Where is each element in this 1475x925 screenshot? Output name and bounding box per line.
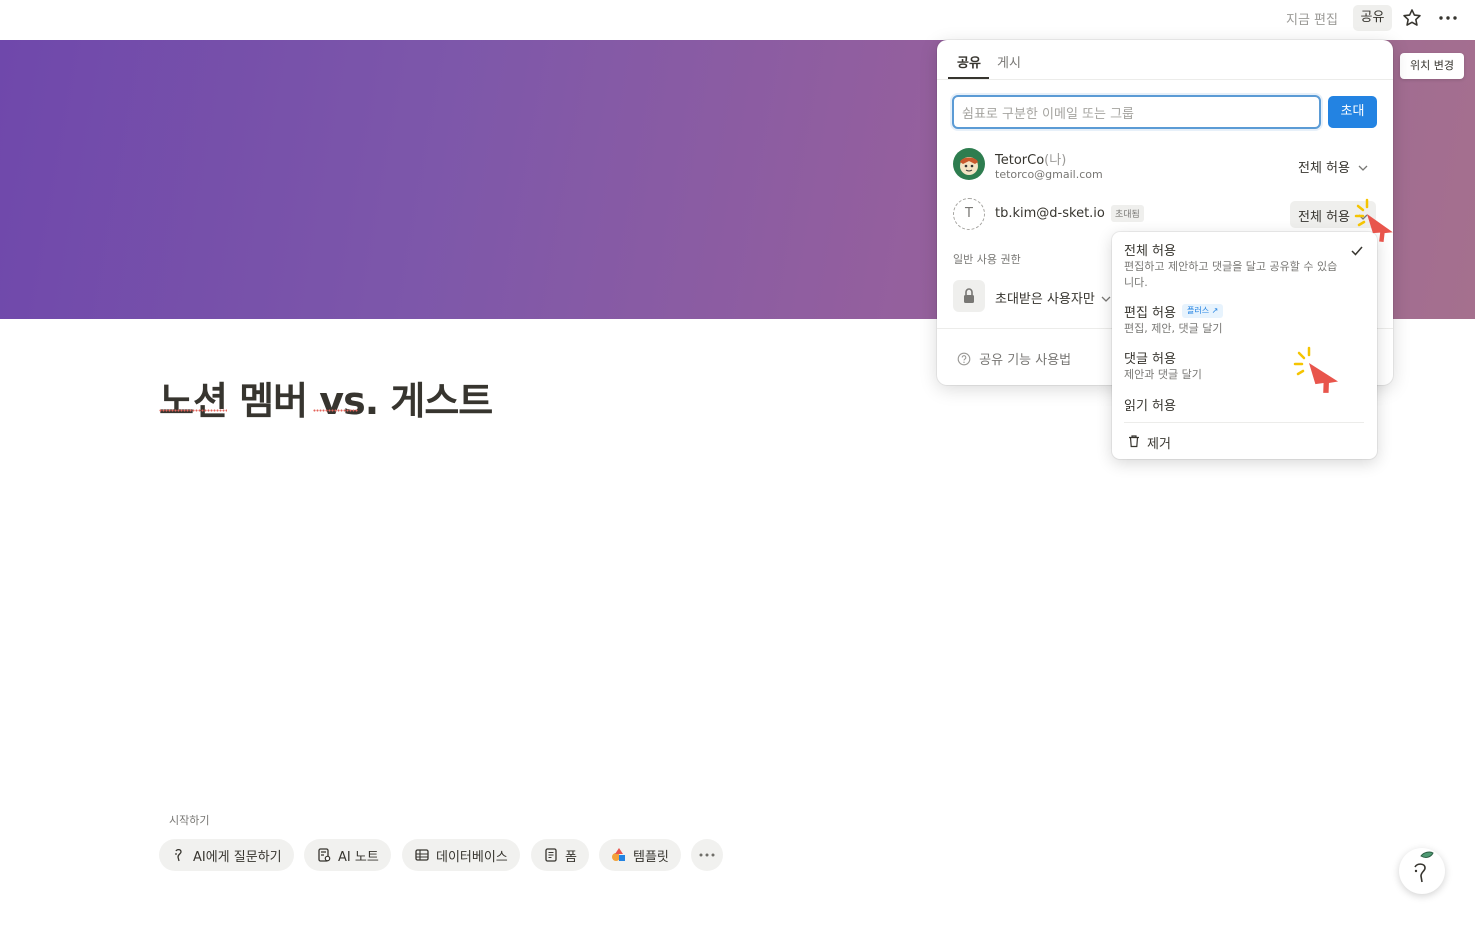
- help-link[interactable]: 공유 기능 사용법: [957, 349, 1071, 368]
- help-assistant-button[interactable]: [1399, 848, 1445, 894]
- get-started-label: 시작하기: [169, 814, 210, 827]
- general-access-label: 일반 사용 권한: [953, 253, 1021, 266]
- remove-member-option[interactable]: 제거: [1112, 428, 1377, 456]
- template-chip[interactable]: 템플릿: [599, 839, 681, 871]
- member-permission-select[interactable]: 전체 허용: [1298, 157, 1368, 176]
- option-description: 편집, 제안, 댓글 달기: [1124, 322, 1223, 335]
- trash-icon: [1129, 435, 1139, 448]
- invited-badge: 초대됨: [1111, 205, 1144, 222]
- chip-label: 템플릿: [633, 849, 669, 865]
- shapes-icon: [612, 848, 625, 861]
- question-circle-icon: [957, 352, 971, 366]
- chip-label: 폼: [565, 849, 577, 865]
- database-chip[interactable]: 데이터베이스: [402, 839, 520, 871]
- share-button[interactable]: 공유: [1353, 5, 1392, 31]
- assistant-face-icon: [1414, 851, 1434, 883]
- chip-label: AI에게 질문하기: [193, 849, 282, 865]
- invite-email-input[interactable]: 쉼표로 구분한 이메일 또는 그룹: [952, 95, 1321, 129]
- permission-option-full[interactable]: 전체 허용 편집하고 제안하고 댓글을 달고 공유할 수 있습니다.: [1112, 232, 1377, 296]
- invite-button[interactable]: 초대: [1328, 96, 1377, 128]
- last-edited-label: 지금 편집: [1286, 13, 1338, 28]
- more-options-chip[interactable]: [691, 839, 723, 871]
- table-icon: [415, 849, 429, 861]
- option-description: 제안과 댓글 달기: [1124, 368, 1202, 381]
- form-chip[interactable]: 폼: [531, 839, 589, 871]
- option-title: 제거: [1147, 437, 1171, 452]
- ai-note-chip[interactable]: AI 노트: [304, 839, 391, 871]
- permission-option-edit[interactable]: 편집 허용 편집, 제안, 댓글 달기: [1112, 296, 1377, 340]
- page-title[interactable]: 노션 멤버 vs. 게스트: [159, 370, 493, 425]
- option-title: 전체 허용: [1124, 244, 1176, 259]
- ai-note-icon: [318, 848, 331, 862]
- avatar: T: [953, 198, 985, 230]
- form-icon: [545, 848, 557, 862]
- member-email: tb.kim@d-sket.io: [995, 206, 1105, 221]
- general-access-select[interactable]: 초대받은 사용자만: [995, 288, 1111, 307]
- click-cursor-icon: [1293, 346, 1339, 393]
- tab-divider: [937, 79, 1393, 80]
- ask-ai-chip[interactable]: AI에게 질문하기: [159, 839, 294, 871]
- top-bar: 지금 편집 공유: [0, 0, 1475, 40]
- chevron-down-icon: [1101, 296, 1111, 302]
- option-title: 댓글 허용: [1124, 352, 1176, 367]
- more-horizontal-icon: [699, 853, 715, 857]
- click-cursor-icon: [1354, 198, 1393, 243]
- option-description: 편집하고 제안하고 댓글을 달고 공유할 수 있습니다.: [1124, 260, 1338, 289]
- more-horizontal-icon[interactable]: [1436, 7, 1460, 29]
- option-title: 편집 허용: [1124, 306, 1176, 321]
- ai-face-icon: [175, 848, 182, 862]
- menu-divider: [1124, 422, 1364, 423]
- spellcheck-underline: [313, 409, 358, 412]
- option-title: 읽기 허용: [1124, 399, 1176, 414]
- lock-icon: [953, 280, 985, 312]
- reposition-cover-button[interactable]: 위치 변경: [1400, 53, 1464, 79]
- chevron-down-icon: [1358, 165, 1368, 171]
- spellcheck-underline: [159, 409, 227, 412]
- chip-label: AI 노트: [338, 849, 379, 865]
- avatar: [953, 148, 985, 180]
- member-email: tetorco@gmail.com: [995, 168, 1103, 181]
- tab-publish[interactable]: 게시: [997, 52, 1021, 71]
- plus-plan-badge: 플러스 ↗: [1182, 304, 1224, 318]
- member-name: TetorCo(나): [995, 153, 1067, 168]
- star-icon[interactable]: [1401, 7, 1423, 29]
- chip-label: 데이터베이스: [436, 849, 508, 865]
- tab-share[interactable]: 공유: [957, 52, 981, 71]
